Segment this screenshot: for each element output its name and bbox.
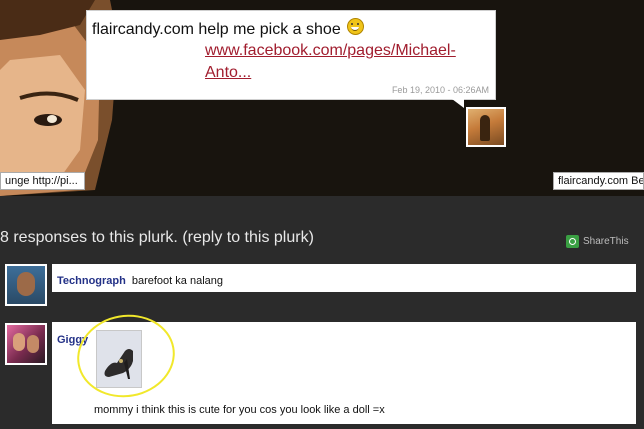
response-item: Technograph barefoot ka nalang (52, 264, 636, 292)
plurk-owner-avatar[interactable] (466, 107, 506, 147)
reply-link[interactable]: reply to this plurk (188, 229, 309, 246)
response-text: barefoot ka nalang (131, 275, 223, 287)
grinning-emoji-icon (347, 18, 365, 35)
timeline-plurk-left[interactable]: unge http://pi... (0, 172, 85, 190)
plurk-timeline: flaircandy.com help me pick a shoe www.f… (0, 0, 644, 196)
responses-header-close: ) (308, 229, 314, 246)
share-icon (566, 235, 579, 248)
plurk-timestamp: Feb 19, 2010 - 06:26AM (391, 85, 489, 95)
share-label: ShareThis (583, 236, 629, 247)
share-button[interactable]: ShareThis (566, 235, 629, 248)
bubble-tail (452, 99, 464, 108)
plurk-message-text: flaircandy.com help me pick a shoe (92, 21, 341, 38)
response-text: mommy i think this is cute for you cos y… (94, 404, 385, 416)
avatar-image (468, 109, 504, 145)
responses-header: 8 responses to this plurk. (reply to thi… (0, 229, 314, 247)
response-username[interactable]: Technograph (57, 275, 126, 287)
plurk-message-bubble: flaircandy.com help me pick a shoe www.f… (86, 10, 496, 100)
response-avatar[interactable] (5, 264, 47, 306)
avatar-image (7, 325, 45, 363)
response-avatar[interactable] (5, 323, 47, 365)
plurk-link[interactable]: www.facebook.com/pages/Michael-Anto... (205, 40, 487, 84)
timeline-plurk-right[interactable]: flaircandy.com Be (553, 172, 644, 190)
avatar-image (7, 266, 45, 304)
responses-count-text: 8 responses to this plurk. ( (0, 229, 188, 246)
